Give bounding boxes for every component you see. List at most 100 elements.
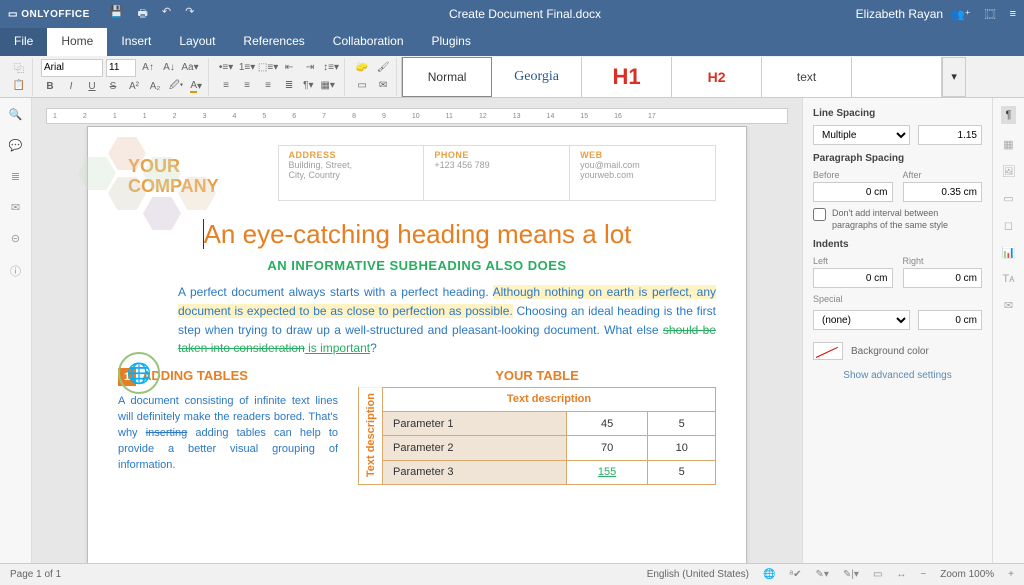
style-text[interactable]: text [762, 57, 852, 97]
save-icon[interactable]: 💾 [110, 5, 124, 24]
underline-button[interactable]: U [83, 79, 101, 95]
mail-tab-icon[interactable]: ✉ [1004, 299, 1013, 312]
change-case-icon[interactable]: Aa▾ [181, 60, 199, 76]
headings-icon[interactable]: ≣ [11, 170, 20, 183]
line-spacing-value[interactable] [918, 125, 982, 145]
copy-style-icon[interactable]: 🖌 [374, 60, 392, 76]
table-row: Parameter 27010 [359, 436, 716, 460]
feedback-icon[interactable]: ⊝ [11, 232, 20, 245]
style-georgia[interactable]: Georgia [492, 57, 582, 97]
print-icon[interactable]: 🖶 [137, 5, 147, 24]
strikethrough-button[interactable]: S [104, 79, 122, 95]
paragraph-tab-icon[interactable]: ¶ [1001, 106, 1017, 124]
increase-indent-button[interactable]: ⇥ [301, 60, 319, 76]
style-gallery: Normal Georgia H1 H2 text ▾ [401, 57, 966, 97]
style-h1[interactable]: H1 [582, 57, 672, 97]
spellcheck-icon[interactable]: ᵃ✔ [789, 569, 801, 580]
highlight-color-button[interactable]: 🖉▾ [167, 79, 185, 95]
zoom-level[interactable]: Zoom 100% [940, 569, 994, 580]
align-justify-button[interactable]: ≣ [280, 78, 298, 94]
page-indicator[interactable]: Page 1 of 1 [10, 569, 61, 580]
comments-icon[interactable]: 💬 [9, 139, 23, 152]
spacing-before-input[interactable] [813, 182, 893, 202]
share-icon[interactable]: 👥⁺ [951, 8, 971, 21]
zoom-in-icon[interactable]: + [1008, 569, 1014, 580]
open-location-icon[interactable]: ⿴ [985, 6, 996, 22]
style-normal[interactable]: Normal [402, 57, 492, 97]
style-blank[interactable] [852, 57, 942, 97]
superscript-button[interactable]: A² [125, 79, 143, 95]
document-title: Create Document Final.docx [194, 7, 855, 21]
style-h2[interactable]: H2 [672, 57, 762, 97]
set-lang-icon[interactable]: 🌐 [763, 569, 775, 580]
fit-page-icon[interactable]: ▭ [873, 569, 882, 580]
user-name[interactable]: Elizabeth Rayan [856, 7, 943, 21]
document-canvas[interactable]: 1211234567891011121314151617 YOURCOMPANY [32, 98, 802, 563]
bullets-button[interactable]: •≡▾ [217, 60, 235, 76]
insert-page-icon[interactable]: ▭ [353, 78, 371, 94]
style-more-button[interactable]: ▾ [942, 57, 966, 97]
menu-icon[interactable]: ≡ [1010, 8, 1016, 20]
decrease-indent-button[interactable]: ⇤ [280, 60, 298, 76]
mailmerge-icon[interactable]: ✉ [374, 78, 392, 94]
horizontal-ruler[interactable]: 1211234567891011121314151617 [46, 108, 788, 124]
chart-tab-icon[interactable]: 📊 [1002, 246, 1016, 259]
trackchanges-toggle-icon[interactable]: ✎|▾ [843, 569, 859, 580]
zoom-out-icon[interactable]: − [920, 569, 926, 580]
multilevel-button[interactable]: ⬚≡▾ [259, 60, 277, 76]
title-bar: ▭ ONLYOFFICE 💾 🖶 ↶ ↷ Create Document Fin… [0, 0, 1024, 28]
line-spacing-button[interactable]: ↕≡▾ [322, 60, 340, 76]
font-size-select[interactable] [106, 59, 136, 77]
align-left-button[interactable]: ≡ [217, 78, 235, 94]
nonprinting-button[interactable]: ¶▾ [301, 78, 315, 94]
about-icon[interactable]: ⓘ [10, 263, 21, 279]
language-indicator[interactable]: English (United States) [647, 569, 749, 580]
special-indent-value[interactable] [918, 310, 982, 330]
font-select[interactable] [41, 59, 103, 77]
indent-right-input[interactable] [903, 268, 983, 288]
page[interactable]: YOURCOMPANY ADDRESSBuilding, Street,City… [87, 126, 747, 563]
paste-icon[interactable]: 📋 [10, 78, 28, 94]
advanced-settings-link[interactable]: Show advanced settings [813, 370, 982, 381]
italic-button[interactable]: I [62, 79, 80, 95]
fit-width-icon[interactable]: ↔ [896, 569, 906, 580]
clear-style-icon[interactable]: 🧽 [353, 60, 371, 76]
font-color-button[interactable]: A▾ [188, 79, 204, 95]
background-color-picker[interactable] [813, 342, 843, 360]
image-tab-icon[interactable]: 🖼 [1002, 165, 1016, 178]
trackchanges-icon[interactable]: ✎▾ [816, 569, 829, 580]
align-center-button[interactable]: ≡ [238, 78, 256, 94]
tab-home[interactable]: Home [47, 28, 107, 56]
search-icon[interactable]: 🔍 [9, 108, 23, 121]
subscript-button[interactable]: A₂ [146, 79, 164, 95]
chat-icon[interactable]: ✉ [11, 201, 20, 214]
align-right-button[interactable]: ≡ [259, 78, 277, 94]
table-tab-icon[interactable]: ▦ [1003, 138, 1013, 151]
special-indent-mode[interactable]: (none) [813, 310, 910, 330]
data-table[interactable]: Text description Text description Parame… [358, 387, 716, 485]
spacing-after-input[interactable] [903, 182, 983, 202]
bold-button[interactable]: B [41, 79, 59, 95]
tab-insert[interactable]: Insert [107, 28, 165, 56]
shading-button[interactable]: ▦▾ [318, 78, 336, 94]
tab-references[interactable]: References [229, 28, 318, 56]
tab-layout[interactable]: Layout [165, 28, 229, 56]
decrease-font-icon[interactable]: A↓ [160, 60, 178, 76]
line-spacing-mode[interactable]: Multiple [813, 125, 910, 145]
tab-plugins[interactable]: Plugins [418, 28, 485, 56]
shape-tab-icon[interactable]: ◻ [1004, 219, 1013, 232]
tab-file[interactable]: File [0, 28, 47, 56]
tab-collaboration[interactable]: Collaboration [319, 28, 418, 56]
left-sidebar: 🔍 💬 ≣ ✉ ⊝ ⓘ [0, 98, 32, 563]
copy-icon[interactable]: ⿻ [10, 60, 28, 76]
increase-font-icon[interactable]: A↑ [139, 60, 157, 76]
redo-icon[interactable]: ↷ [185, 5, 194, 24]
undo-icon[interactable]: ↶ [162, 5, 171, 24]
indent-left-input[interactable] [813, 268, 893, 288]
header-tab-icon[interactable]: ▭ [1003, 192, 1013, 205]
textart-tab-icon[interactable]: Tᴀ [1002, 273, 1014, 285]
intro-paragraph[interactable]: A perfect document always starts with a … [118, 283, 716, 357]
section-your-table[interactable]: YOUR TABLE Text description Text descrip… [358, 368, 716, 485]
numbering-button[interactable]: 1≡▾ [238, 60, 256, 76]
dont-add-interval-checkbox[interactable]: Don't add interval between paragraphs of… [813, 208, 982, 231]
